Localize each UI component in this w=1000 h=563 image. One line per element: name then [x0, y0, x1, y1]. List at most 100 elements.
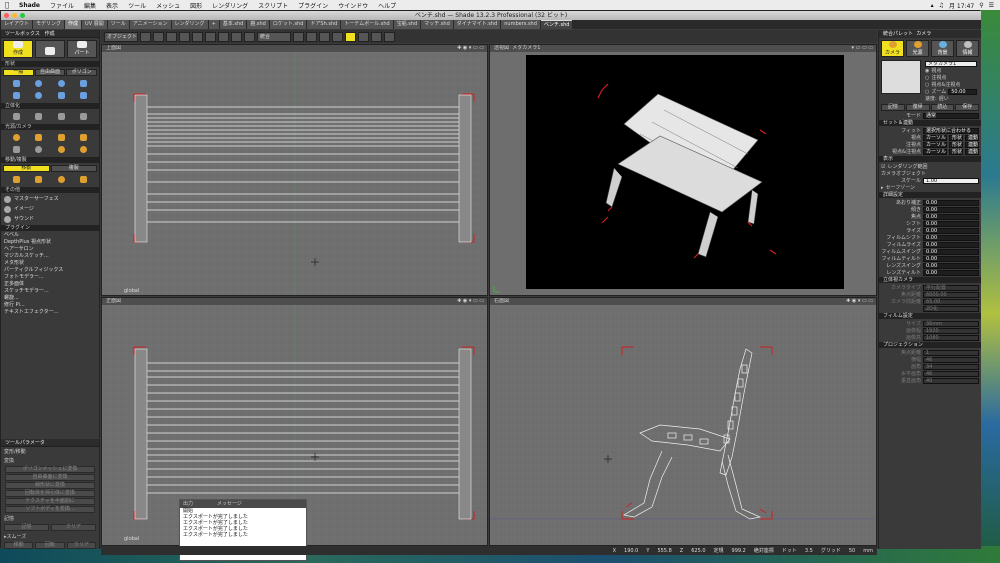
cone-tool[interactable]: [7, 91, 26, 100]
tab-create[interactable]: 作成: [65, 20, 82, 29]
seg-copy[interactable]: 複製: [50, 165, 97, 172]
zoom-field[interactable]: 50.00: [948, 88, 977, 95]
section-stereo[interactable]: 立体視カメラ: [879, 277, 981, 283]
minimize-icon[interactable]: [12, 13, 17, 18]
softbody-button[interactable]: ソフトボディを変換...: [5, 506, 95, 513]
seg-move[interactable]: 移動: [3, 165, 50, 172]
layout-button[interactable]: [345, 31, 356, 42]
menu-app[interactable]: Shade: [14, 2, 45, 9]
shade-button[interactable]: [332, 31, 343, 42]
undo-button[interactable]: [153, 31, 164, 42]
detail-field[interactable]: 0.00: [923, 227, 979, 234]
set-shape-button[interactable]: 形状: [948, 134, 963, 141]
camera-tool[interactable]: [7, 145, 26, 154]
info-tab[interactable]: 情報: [956, 40, 979, 57]
sphere-tool[interactable]: [29, 79, 48, 88]
sky-tool[interactable]: [74, 145, 93, 154]
radio-both[interactable]: ○ 視点&注視点: [923, 81, 979, 89]
detail-field[interactable]: 0.00: [923, 248, 979, 255]
wifi-icon[interactable]: ▴: [931, 2, 934, 9]
plugin-item[interactable]: マジカルスケッチ...: [1, 253, 99, 260]
save-button[interactable]: 保存: [955, 104, 979, 111]
image-item[interactable]: イメージ: [1, 204, 99, 214]
convert-polymesh-button[interactable]: ポリゴンメッシュに変換: [5, 466, 95, 473]
viewport-right[interactable]: 右面図 ✚ ◉ ▾ ▭ ▭: [489, 297, 877, 546]
convert-revolve-button[interactable]: 回転体を掃引体に変換: [5, 490, 95, 497]
doc-tab[interactable]: ドアSh.shd: [307, 20, 341, 29]
snap-button[interactable]: [205, 31, 216, 42]
extrude-tool[interactable]: [7, 112, 26, 121]
store-button[interactable]: 記憶: [881, 104, 905, 111]
plugin-item[interactable]: ベベル: [1, 232, 99, 239]
search-icon[interactable]: ⚲: [979, 2, 983, 9]
torus-tool[interactable]: [29, 91, 48, 100]
memory-button[interactable]: 記憶: [4, 524, 49, 531]
camera-view-button[interactable]: [140, 31, 151, 42]
viewport-right-controls[interactable]: ✚ ◉ ▾ ▭ ▭: [846, 298, 873, 305]
film-field[interactable]: 36mm: [923, 320, 979, 327]
plugin-item[interactable]: ヘアーサロン: [1, 246, 99, 253]
objects-button[interactable]: オブジェクト: [104, 31, 138, 42]
sound-item[interactable]: サウンド: [1, 214, 99, 224]
section-solid[interactable]: 立体化: [1, 103, 99, 109]
move-button[interactable]: 移動: [4, 542, 34, 549]
console-tab-message[interactable]: メッセージ: [217, 500, 242, 508]
apple-icon[interactable]: : [0, 1, 14, 9]
pan-button[interactable]: [231, 31, 242, 42]
grid-button[interactable]: [192, 31, 203, 42]
seg-polygon[interactable]: ポリゴン: [66, 69, 98, 76]
plugin-item[interactable]: DepthPlus 視点形状: [1, 239, 99, 246]
status-dot[interactable]: 3.5: [805, 548, 813, 554]
detail-field[interactable]: 0.00: [923, 269, 979, 276]
volume-icon[interactable]: ♫: [939, 2, 944, 9]
menu-tool[interactable]: ツール: [123, 1, 151, 10]
move-tool[interactable]: [7, 175, 26, 184]
seg-freeform[interactable]: 自由曲面: [34, 69, 66, 76]
convert-line-button[interactable]: 線形状に変換: [5, 482, 95, 489]
camera-tab[interactable]: カメラ: [881, 40, 904, 57]
tab-modeling[interactable]: モデリング: [33, 20, 65, 29]
section-film[interactable]: フィルム設定: [879, 313, 981, 319]
proj-field[interactable]: 40: [923, 377, 979, 384]
menu-shape[interactable]: 図形: [185, 1, 207, 10]
proj-field[interactable]: 46: [923, 356, 979, 363]
tab-tool[interactable]: ツール: [107, 20, 129, 29]
doc-tab[interactable]: 鎧.shd: [247, 20, 269, 29]
restore-button[interactable]: 復帰: [905, 104, 930, 111]
texture-button[interactable]: テクスチャを半面割に: [5, 498, 95, 505]
plugin-item[interactable]: フォトモデラー...: [1, 274, 99, 281]
polygon-tool[interactable]: [74, 91, 93, 100]
stereo-field[interactable]: 平行配置: [923, 284, 979, 291]
menu-view[interactable]: 表示: [101, 1, 123, 10]
tab-layout[interactable]: レイアウト: [1, 20, 33, 29]
tab-render[interactable]: レンダリング: [171, 20, 208, 29]
menu-plugin[interactable]: プラグイン: [293, 1, 333, 10]
sun-tool[interactable]: [52, 145, 71, 154]
plugin-item[interactable]: メタ形状: [1, 260, 99, 267]
tab-animation[interactable]: アニメーション: [129, 20, 171, 29]
clock[interactable]: 月 17:47: [949, 1, 974, 10]
set-cursor-button[interactable]: カーソル: [922, 134, 947, 141]
doc-tab[interactable]: numbers.shd: [501, 20, 540, 29]
select-button[interactable]: [179, 31, 190, 42]
proj-field[interactable]: 46: [923, 370, 979, 377]
film-field[interactable]: 1920: [923, 327, 979, 334]
plugin-item[interactable]: 正多面体: [1, 281, 99, 288]
film-field[interactable]: 1080: [923, 334, 979, 341]
viewport-top[interactable]: 上面図 ✚ ◉ ▾ ▭ ▭ global: [101, 44, 488, 296]
menu-window[interactable]: ウインドウ: [333, 1, 373, 10]
proj-field[interactable]: 34: [923, 363, 979, 370]
convert-freeform-button[interactable]: 自由曲面に変換: [5, 474, 95, 481]
menu-file[interactable]: ファイル: [45, 1, 79, 10]
section-projection[interactable]: プロジェクション: [879, 342, 981, 348]
detail-field[interactable]: 0.00: [923, 234, 979, 241]
section-other[interactable]: その他: [1, 187, 99, 193]
section-set-link[interactable]: セット＆連動: [879, 120, 981, 126]
detail-field[interactable]: 0.00: [923, 241, 979, 248]
viewport-persp-controls[interactable]: ▾ ▭ ▭ ▭: [852, 45, 873, 52]
section-plugin[interactable]: プラグイン: [1, 225, 99, 231]
stereo-field[interactable]: 2D化: [923, 305, 979, 312]
load-button[interactable]: 読込: [930, 104, 955, 111]
rotate-view-button[interactable]: [244, 31, 255, 42]
box-tool[interactable]: [7, 79, 26, 88]
